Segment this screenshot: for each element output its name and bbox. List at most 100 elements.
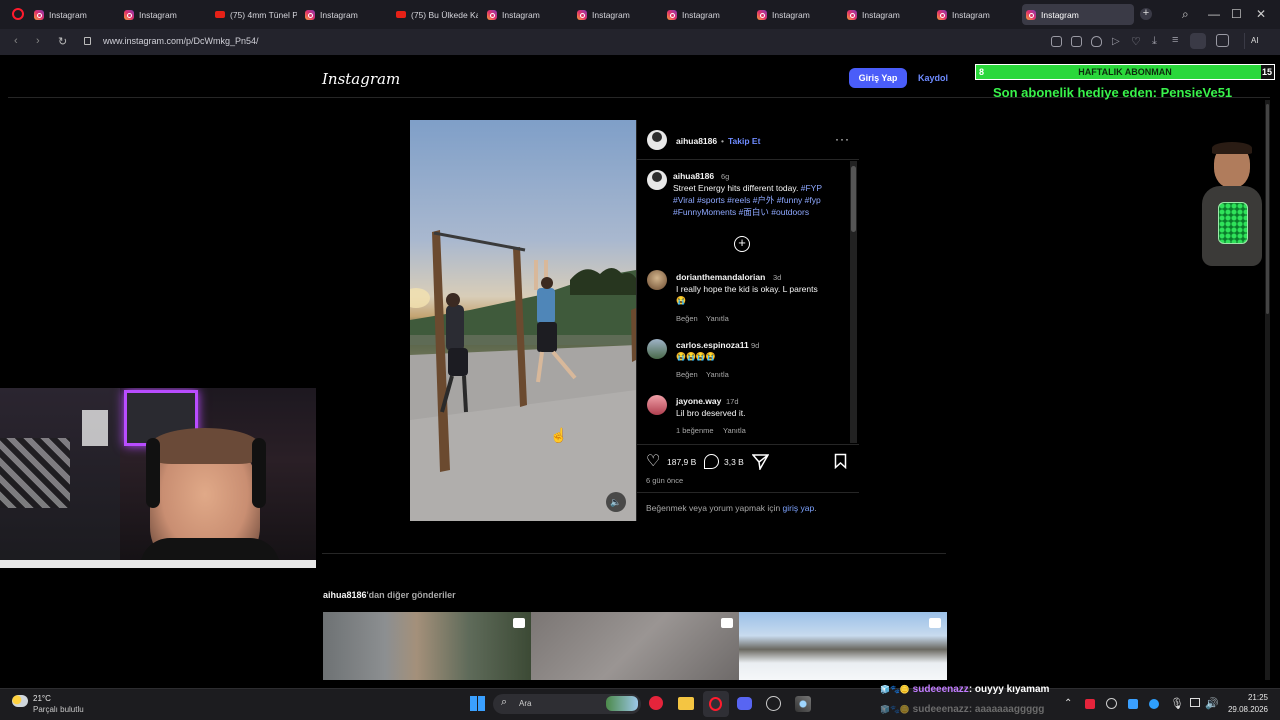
panel-divider: [637, 159, 859, 160]
tab-title: Instagram: [772, 9, 810, 20]
camera-icon[interactable]: [1071, 36, 1082, 47]
author-avatar[interactable]: [647, 130, 667, 150]
load-more-comments-icon[interactable]: +: [734, 236, 750, 252]
bookmark-icon[interactable]: [834, 453, 847, 469]
comment-reply-button[interactable]: Yanıtla: [706, 314, 729, 323]
comment-like-button[interactable]: 1 beğenme: [676, 426, 714, 435]
file-explorer-icon[interactable]: [678, 697, 694, 710]
tray-volume-icon[interactable]: 🔊: [1205, 697, 1219, 710]
caption-age: 6g: [721, 172, 730, 181]
browser-tab[interactable]: Instagram: [933, 4, 1018, 25]
browser-tab[interactable]: Instagram: [663, 4, 748, 25]
comment-like-button[interactable]: Beğen: [676, 370, 698, 379]
post-video[interactable]: 🔈: [410, 120, 636, 521]
media-player-icon[interactable]: [649, 696, 663, 710]
comment-username[interactable]: dorianthemandalorian: [676, 272, 765, 282]
steam-icon[interactable]: [766, 696, 781, 711]
login-prompt: Beğenmek veya yorum yapmak için giriş ya…: [646, 503, 817, 513]
play-icon[interactable]: ▷: [1112, 36, 1120, 47]
browser-tab[interactable]: Instagram: [301, 4, 386, 25]
new-tab-button[interactable]: +: [1140, 8, 1152, 20]
reload-icon[interactable]: ↻: [58, 35, 67, 48]
shield-icon[interactable]: [1091, 36, 1102, 47]
tray-edge-icon[interactable]: [1149, 699, 1159, 709]
forward-icon[interactable]: ›: [36, 35, 40, 47]
login-button[interactable]: Giriş Yap: [849, 68, 907, 88]
comment-avatar[interactable]: [647, 395, 667, 415]
tray-microphone-icon[interactable]: 🎙: [1170, 697, 1184, 710]
comment-age: 17d: [726, 397, 739, 406]
browser-tab[interactable]: Instagram: [120, 4, 205, 25]
opera-logo-icon[interactable]: [12, 8, 24, 20]
comment-reply-button[interactable]: Yanıtla: [723, 426, 746, 435]
tab-title: (75) Bu Ülkede Kad: [411, 9, 478, 20]
download-icon[interactable]: ⤓: [1152, 35, 1157, 48]
minimize-button[interactable]: —: [1208, 7, 1220, 21]
windows-start-icon[interactable]: [470, 696, 485, 711]
heart-icon[interactable]: ♡: [1131, 35, 1141, 48]
browser-tab[interactable]: (75) 4mm Tünel Pie: [211, 4, 297, 25]
comment-avatar[interactable]: [647, 339, 667, 359]
more-post-thumbnail[interactable]: [531, 612, 739, 680]
browser-tab-active[interactable]: Instagram: [1022, 4, 1134, 25]
weather-icon[interactable]: [12, 695, 28, 707]
app-icon[interactable]: [795, 696, 811, 712]
hashtags-3[interactable]: #FunnyMoments #面白い #outdoors: [673, 206, 809, 218]
profile-icon[interactable]: [1190, 33, 1206, 49]
webcam-overlay: [0, 388, 316, 568]
tray-steam-icon[interactable]: [1106, 698, 1117, 709]
share-icon[interactable]: [1051, 36, 1062, 47]
like-heart-icon[interactable]: ♡: [646, 451, 660, 471]
more-options-icon[interactable]: ···: [835, 132, 850, 146]
browser-tab[interactable]: Instagram: [843, 4, 928, 25]
caption-avatar[interactable]: [647, 170, 667, 190]
browser-tab[interactable]: Instagram: [483, 4, 568, 25]
discord-icon[interactable]: [737, 697, 752, 710]
hashtags-1[interactable]: #FYP: [801, 183, 822, 193]
comment-reply-button[interactable]: Yanıtla: [706, 370, 729, 379]
more-posts-username[interactable]: aihua8186: [323, 590, 367, 600]
mute-button[interactable]: 🔈: [606, 492, 626, 512]
tray-app-icon[interactable]: [1085, 699, 1095, 709]
more-post-thumbnail[interactable]: [323, 612, 531, 680]
share-paper-plane-icon[interactable]: [752, 453, 769, 470]
close-window-button[interactable]: ✕: [1256, 7, 1266, 21]
clock-time[interactable]: 21:25: [1232, 693, 1268, 702]
comment-username[interactable]: carlos.espinoza11: [676, 340, 749, 350]
browser-tab[interactable]: Instagram: [753, 4, 838, 25]
more-post-thumbnail[interactable]: [739, 612, 947, 680]
scrollbar-thumb[interactable]: [851, 166, 856, 232]
maximize-button[interactable]: ☐: [1231, 7, 1242, 21]
clock-date[interactable]: 29.08.2026: [1222, 705, 1268, 714]
tray-display-icon[interactable]: [1190, 698, 1200, 707]
instagram-icon: [305, 9, 315, 20]
comment-emoji: 😭: [676, 296, 686, 305]
url-field[interactable]: www.instagram.com/p/DcWmkg_Pn54/: [103, 36, 259, 46]
follow-button[interactable]: Takip Et: [728, 136, 760, 146]
login-prompt-link[interactable]: giriş yap: [783, 503, 815, 513]
comment-like-button[interactable]: Beğen: [676, 314, 698, 323]
tray-chevron-icon[interactable]: ⌃: [1064, 698, 1072, 709]
back-icon[interactable]: ‹: [14, 35, 18, 47]
comment-username[interactable]: jayone.way: [676, 396, 721, 406]
comments-count: 3,3 B: [724, 457, 744, 467]
signup-link[interactable]: Kaydol: [918, 73, 948, 83]
hashtags-2[interactable]: #Viral #sports #reels #户外 #funny #fyp: [673, 194, 821, 206]
instagram-logo[interactable]: Instagram: [322, 70, 400, 88]
extensions-icon[interactable]: [1216, 34, 1229, 47]
author-username[interactable]: aihua8186: [676, 136, 717, 146]
chat-badge-icon: 🧊🐾🪙: [880, 685, 910, 694]
mouse-cursor-icon: ☝: [550, 427, 568, 443]
ai-button[interactable]: AI: [1244, 33, 1271, 49]
menu-icon[interactable]: ≡: [1172, 34, 1178, 46]
comment-bubble-icon[interactable]: [704, 454, 719, 469]
caption-text: Street Energy hits different today. #FYP: [673, 182, 849, 194]
browser-tab[interactable]: (75) Bu Ülkede Kad: [392, 4, 478, 25]
search-tabs-icon[interactable]: ⌕: [1182, 7, 1189, 22]
tray-vscode-icon[interactable]: [1128, 699, 1138, 709]
caption-username[interactable]: aihua8186: [673, 171, 714, 181]
browser-tab[interactable]: Instagram: [30, 4, 115, 25]
browser-tab[interactable]: Instagram: [573, 4, 658, 25]
page-scrollbar-thumb[interactable]: [1266, 104, 1269, 314]
comment-avatar[interactable]: [647, 270, 667, 290]
